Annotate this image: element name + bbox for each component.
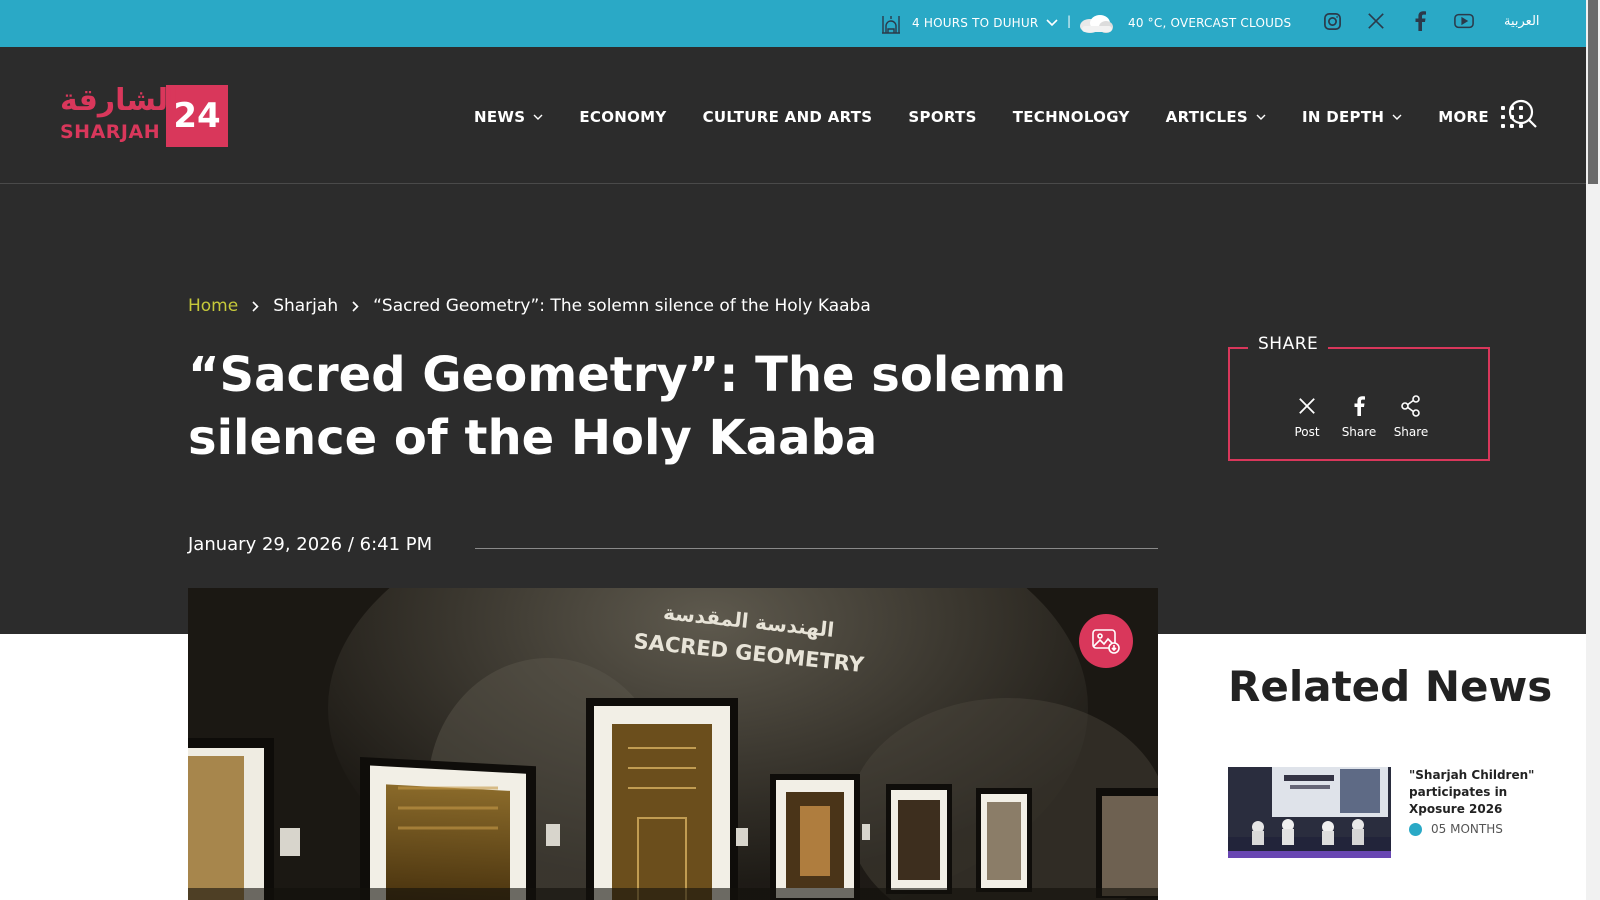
share-icon — [1401, 393, 1421, 419]
chevron-down-icon — [1392, 114, 1402, 120]
scrollbar-thumb[interactable] — [1588, 0, 1598, 184]
top-utility-bar: 4 HOURS TO DUHUR | 40 °C, OVERCAST CLOUD… — [0, 0, 1586, 47]
share-title: SHARE — [1248, 334, 1329, 354]
search-icon — [1508, 99, 1537, 128]
facebook-icon[interactable] — [1410, 10, 1430, 32]
facebook-icon — [1353, 393, 1365, 419]
related-news-title: Related News — [1228, 662, 1553, 711]
nav-label: MORE — [1438, 108, 1489, 126]
share-label: Share — [1393, 425, 1429, 439]
related-news-time-label: 05 MONTHS — [1431, 822, 1503, 836]
nav-item-news[interactable]: NEWS — [474, 108, 543, 126]
instagram-icon[interactable] — [1322, 10, 1342, 32]
social-links — [1322, 10, 1474, 32]
breadcrumb: Home Sharjah “Sacred Geometry”: The sole… — [188, 296, 871, 316]
breadcrumb-current: “Sacred Geometry”: The solemn silence of… — [373, 296, 871, 316]
logo-arabic-text: الشارقة — [60, 83, 179, 118]
x-icon — [1298, 393, 1316, 419]
x-icon[interactable] — [1366, 10, 1386, 32]
related-news-thumbnail[interactable] — [1228, 767, 1391, 858]
prayer-time-widget[interactable]: 4 HOURS TO DUHUR — [880, 12, 1068, 34]
share-label: Post — [1294, 425, 1320, 439]
main-navigation: NEWS ECONOMY CULTURE AND ARTS SPORTS TEC… — [474, 106, 1523, 128]
clock-icon — [1409, 822, 1422, 836]
main-header: الشارقة SHARJAH 24 NEWS ECONOMY CULTURE … — [0, 47, 1586, 184]
share-generic-button[interactable]: Share — [1394, 393, 1428, 439]
related-news-time: 05 MONTHS — [1409, 822, 1503, 836]
nav-label: CULTURE AND ARTS — [702, 108, 873, 126]
nav-label: SPORTS — [908, 108, 977, 126]
chevron-down-icon — [533, 114, 543, 120]
chevron-down-icon — [1256, 114, 1266, 120]
nav-item-articles[interactable]: ARTICLES — [1166, 108, 1266, 126]
nav-label: TECHNOLOGY — [1012, 108, 1130, 126]
nav-label: ECONOMY — [579, 108, 667, 126]
divider — [475, 548, 1158, 549]
nav-item-sports[interactable]: SPORTS — [908, 108, 976, 126]
logo-wordmark: الشارقة SHARJAH — [60, 83, 178, 149]
image-download-icon — [1092, 629, 1120, 654]
nav-item-economy[interactable]: ECONOMY — [579, 108, 666, 126]
article-title: “Sacred Geometry”: The solemn silence of… — [188, 347, 1067, 466]
related-news-headline[interactable]: "Sharjah Children" participates in Xposu… — [1409, 767, 1539, 818]
topbar-separator: | — [1067, 14, 1072, 28]
language-switch[interactable]: العربية — [1504, 14, 1540, 29]
weather-widget: 40 °C, OVERCAST CLOUDS — [1076, 12, 1291, 34]
nav-label: IN DEPTH — [1301, 108, 1385, 126]
share-x-button[interactable]: Post — [1290, 393, 1324, 439]
cloud-icon — [1080, 15, 1113, 33]
share-actions: Post Share Share — [1290, 393, 1428, 439]
nav-item-culture-and-arts[interactable]: CULTURE AND ARTS — [703, 108, 873, 126]
breadcrumb-home[interactable]: Home — [188, 296, 238, 316]
frame-left — [188, 738, 274, 900]
share-label: Share — [1341, 425, 1377, 439]
search-button[interactable] — [1508, 99, 1538, 133]
article-date: January 29, 2026 / 6:41 PM — [188, 534, 433, 555]
chevron-right-icon — [352, 300, 359, 312]
mosque-icon — [882, 16, 900, 34]
chevron-right-icon — [252, 300, 259, 312]
site-logo[interactable]: الشارقة SHARJAH 24 — [60, 83, 228, 149]
chevron-down-icon — [1046, 19, 1059, 27]
breadcrumb-sharjah[interactable]: Sharjah — [273, 296, 338, 316]
youtube-icon[interactable] — [1454, 10, 1474, 32]
share-facebook-button[interactable]: Share — [1342, 393, 1376, 439]
nav-label: NEWS — [474, 108, 526, 126]
weather-label: 40 °C, OVERCAST CLOUDS — [1128, 16, 1292, 30]
logo-english-text: SHARJAH — [60, 121, 161, 143]
nav-label: ARTICLES — [1165, 108, 1248, 126]
image-download-button[interactable] — [1079, 614, 1133, 668]
nav-item-technology[interactable]: TECHNOLOGY — [1013, 108, 1130, 126]
nav-item-in-depth[interactable]: IN DEPTH — [1302, 108, 1402, 126]
article-image: الهندسة المقدسة SACRED GEOMETRY — [188, 588, 1158, 900]
prayer-time-label: 4 HOURS TO DUHUR — [912, 16, 1039, 30]
